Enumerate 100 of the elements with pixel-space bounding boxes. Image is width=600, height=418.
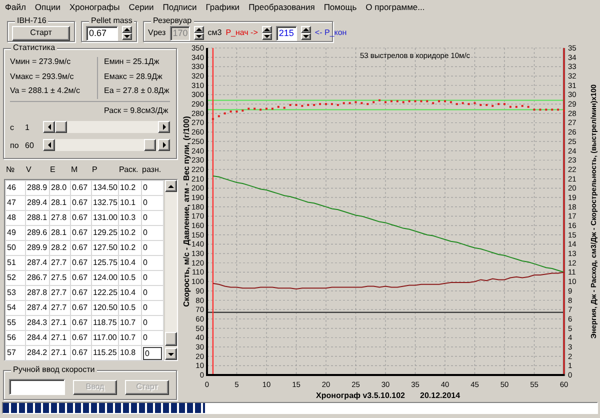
scroll-up-button[interactable] xyxy=(165,180,177,192)
table-cell: 127.50 xyxy=(92,240,118,256)
table-cell: 0.67 xyxy=(70,330,92,346)
slider-value: 1 xyxy=(25,122,30,132)
data-point xyxy=(283,106,286,109)
table-cell: 289.4 xyxy=(26,196,50,210)
table-cell: 47 xyxy=(6,196,26,210)
table-cell: 10.3 xyxy=(118,210,142,226)
slider-value: 60 xyxy=(25,140,35,150)
table-cell: 56 xyxy=(6,330,26,346)
table-cell: 115.25 xyxy=(92,346,118,360)
table-cell: 287.4 xyxy=(26,300,50,316)
data-point xyxy=(462,102,464,104)
table-cell: 48 xyxy=(6,210,26,226)
spin-down-button[interactable] xyxy=(300,33,311,40)
table-cell: 55 xyxy=(6,316,26,330)
table-cell: 27.1 xyxy=(50,316,70,330)
table-cell: 28.2 xyxy=(50,240,70,256)
data-point xyxy=(456,103,458,106)
table-cell: 0 xyxy=(142,330,164,346)
table-cell: 46 xyxy=(6,180,26,196)
scroll-left-button[interactable] xyxy=(43,121,55,134)
menu-item[interactable]: Помощь xyxy=(324,2,357,12)
scroll-down-button[interactable] xyxy=(165,348,177,360)
table-cell: 0.67 xyxy=(70,240,92,256)
table-cell: 0.67 xyxy=(70,300,92,316)
spin-down-button[interactable] xyxy=(262,33,272,40)
table-cell: 288.9 xyxy=(26,180,50,196)
data-point xyxy=(557,108,560,111)
data-point xyxy=(271,108,274,110)
table-cell: 27.7 xyxy=(50,256,70,270)
table-cell: 27.7 xyxy=(50,300,70,316)
data-point xyxy=(378,99,381,102)
start-button[interactable]: Старт xyxy=(12,26,70,40)
table-cell: 49 xyxy=(6,226,26,240)
menu-item[interactable]: Серии xyxy=(128,2,154,12)
scroll-thumb[interactable] xyxy=(144,139,156,152)
table-cell: 0 xyxy=(142,240,164,256)
table-cell: 0 xyxy=(142,180,164,196)
table-cell: 27.8 xyxy=(50,210,70,226)
slider-label: с xyxy=(10,122,15,132)
data-point xyxy=(420,100,422,102)
data-point xyxy=(360,102,363,104)
scroll-right-button[interactable] xyxy=(158,121,170,134)
table-cell: 53 xyxy=(6,286,26,300)
group-title: Ручной ввод скорости xyxy=(11,365,97,375)
menu-item[interactable]: Преобразования xyxy=(248,2,315,12)
scroll-thumb[interactable] xyxy=(55,121,67,134)
menu-item[interactable]: Подписи xyxy=(162,2,197,12)
field-label: <- P_кон xyxy=(314,28,347,38)
table-cell: 0.67 xyxy=(70,286,92,300)
menu-item[interactable]: Графики xyxy=(206,2,240,12)
data-point xyxy=(521,104,524,107)
data-point xyxy=(330,103,333,106)
spin-up-button[interactable] xyxy=(300,26,311,33)
table-scrollbar[interactable] xyxy=(165,180,177,360)
data-point xyxy=(348,102,351,104)
table-cell: 286.7 xyxy=(26,270,50,286)
table-cell: 10.7 xyxy=(118,330,142,346)
menu-item[interactable]: Хронографы xyxy=(70,2,120,12)
table-cell: 0.67 xyxy=(70,256,92,270)
spin-up-button[interactable] xyxy=(262,26,272,33)
menu-item[interactable]: О программе... xyxy=(366,2,425,12)
table-cell: 0 xyxy=(142,300,164,316)
table-cell: 287.4 xyxy=(26,256,50,270)
data-point xyxy=(236,110,238,113)
menu-item[interactable]: Опции xyxy=(34,2,60,12)
table-cell: 57 xyxy=(6,346,26,360)
cell-editor[interactable]: 0 xyxy=(143,346,162,360)
scroll-left-button[interactable] xyxy=(43,139,55,152)
column-header: M xyxy=(70,165,79,176)
table-cell: 0 xyxy=(142,226,164,240)
table-cell: 52 xyxy=(6,270,26,286)
data-point xyxy=(474,102,476,104)
data-point xyxy=(301,104,304,107)
data-point xyxy=(515,106,518,108)
table-cell: 10.4 xyxy=(118,256,142,270)
stat-text: Емакс = 28.9Дж xyxy=(104,72,164,82)
spin-up-button[interactable] xyxy=(122,26,132,33)
spin-down-button[interactable] xyxy=(194,33,204,40)
stat-text: Vмакс = 293.9м/с xyxy=(10,72,75,82)
scroll-thumb[interactable] xyxy=(165,332,177,346)
data-point xyxy=(533,108,536,111)
table-cell: 28.1 xyxy=(50,226,70,240)
field-label: Vрез xyxy=(148,28,166,38)
menu-item[interactable]: Файл xyxy=(5,2,26,12)
number-field[interactable]: 0.67 xyxy=(86,26,118,40)
data-point xyxy=(492,104,494,107)
table-cell: 10.8 xyxy=(118,346,142,360)
table-cell: 0.67 xyxy=(70,210,92,226)
spin-down-button[interactable] xyxy=(122,33,132,40)
table-cell: 284.4 xyxy=(26,330,50,346)
chart-date: 20.12.2014 xyxy=(420,391,460,400)
table-cell: 27.1 xyxy=(50,330,70,346)
number-field[interactable]: 215 xyxy=(276,26,297,40)
data-point xyxy=(468,103,470,106)
input-field[interactable] xyxy=(9,379,65,395)
scroll-right-button[interactable] xyxy=(158,139,170,152)
spin-up-button[interactable] xyxy=(194,26,204,33)
table-cell: 28.1 xyxy=(50,196,70,210)
